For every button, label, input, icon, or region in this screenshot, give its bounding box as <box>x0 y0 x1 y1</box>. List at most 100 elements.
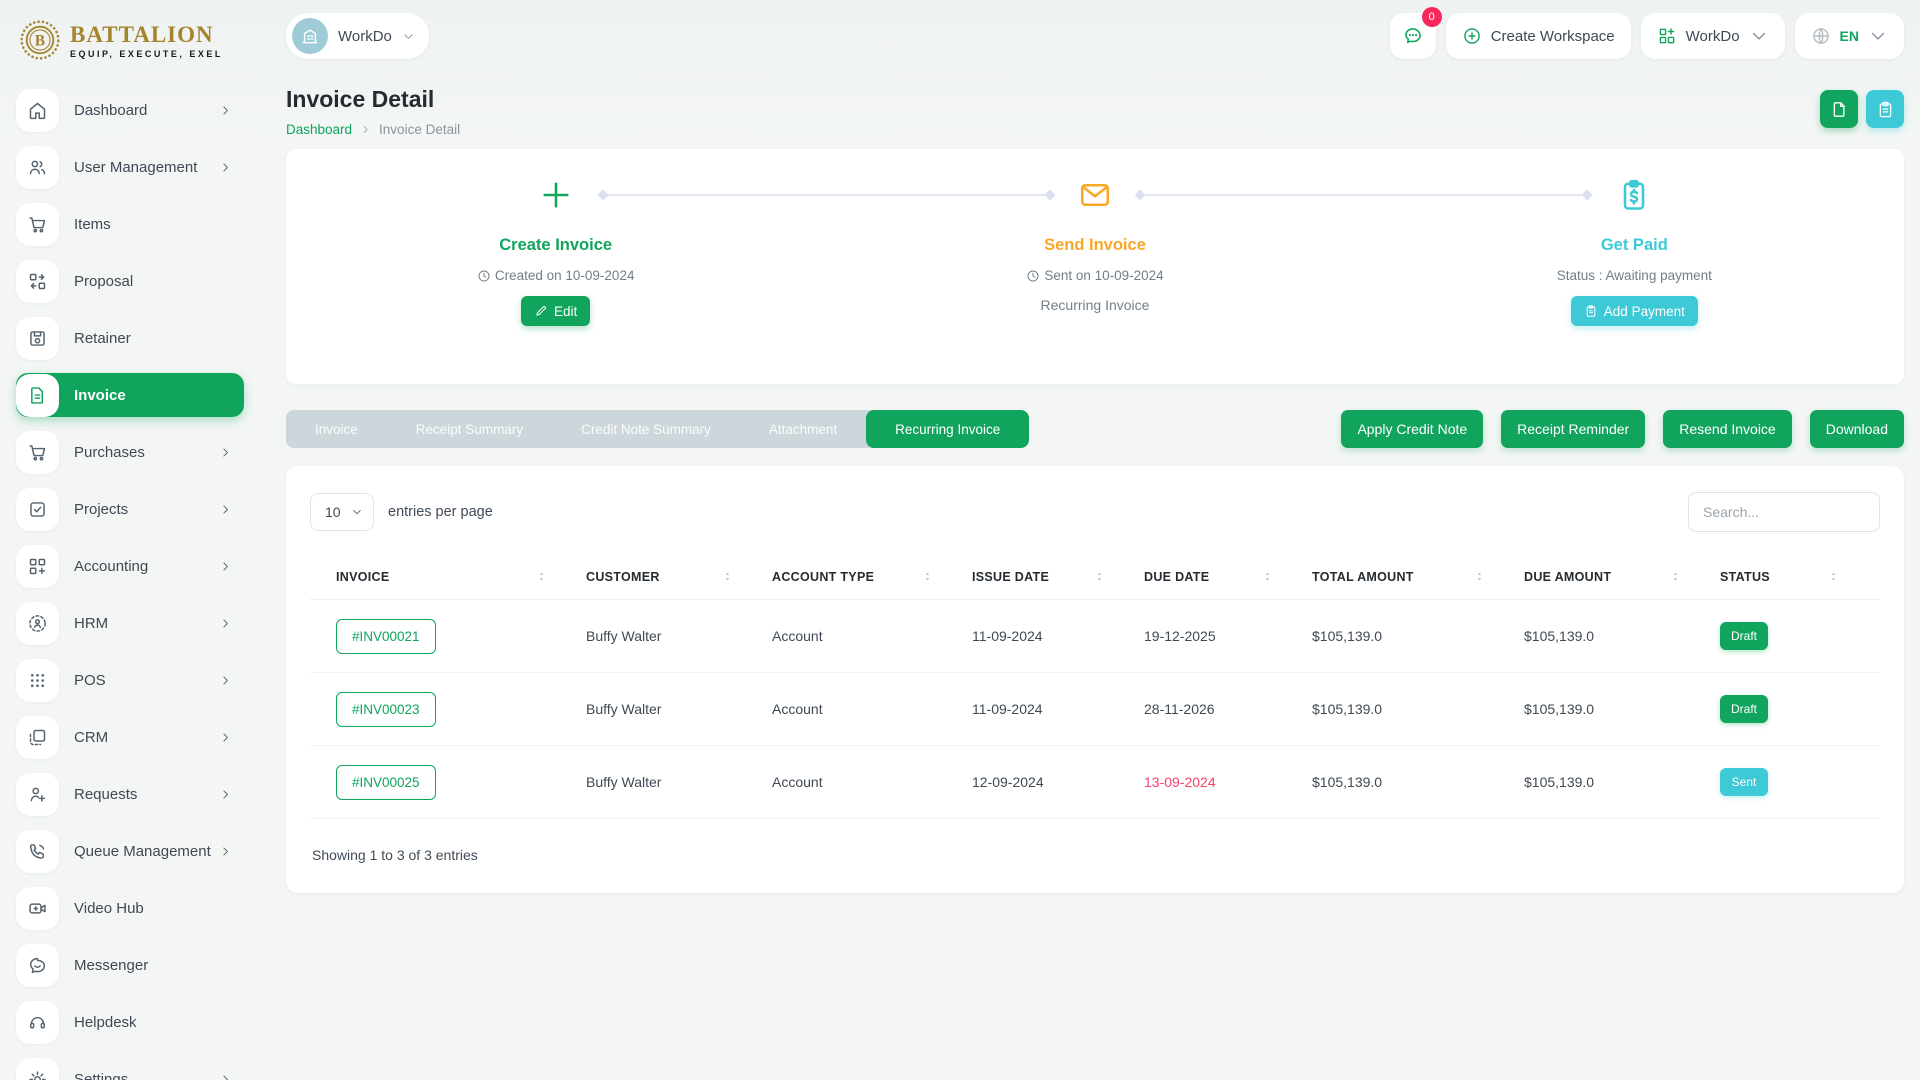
chevron-down-icon <box>402 30 415 43</box>
users-icon <box>16 146 59 189</box>
receipt-reminder-button[interactable]: Receipt Reminder <box>1501 410 1645 448</box>
step-connector <box>1140 194 1587 196</box>
apply-credit-note-button[interactable]: Apply Credit Note <box>1341 410 1483 448</box>
brand-name: BATTALION <box>70 22 223 48</box>
column-header-due-amount[interactable]: DUE AMOUNT <box>1524 570 1720 584</box>
plus-circle-icon <box>1462 26 1482 46</box>
clipboard-icon <box>1876 100 1895 119</box>
tab-recurring-invoice[interactable]: Recurring Invoice <box>866 410 1029 448</box>
workspace-name: WorkDo <box>338 28 392 45</box>
sidebar-item-items[interactable]: Items <box>16 202 244 246</box>
invoice-progress-card: Create Invoice Created on 10-09-2024 Edi… <box>286 149 1904 384</box>
messages-button[interactable]: 0 <box>1390 13 1436 59</box>
projects-icon <box>16 488 59 531</box>
chevron-right-icon <box>219 674 232 687</box>
entries-summary: Showing 1 to 3 of 3 entries <box>310 847 1880 863</box>
cell-due-date: 28-11-2026 <box>1144 701 1312 717</box>
sidebar-item-messenger[interactable]: Messenger <box>16 943 244 987</box>
step-get-paid: Get Paid Status : Awaiting payment Add P… <box>1365 175 1904 384</box>
invoice-link[interactable]: #INV00023 <box>336 692 436 727</box>
column-header-customer[interactable]: CUSTOMER <box>586 570 772 584</box>
duplicate-invoice-button[interactable] <box>1866 90 1904 128</box>
column-header-due-date[interactable]: DUE DATE <box>1144 570 1312 584</box>
column-header-total-amount[interactable]: TOTAL AMOUNT <box>1312 570 1524 584</box>
breadcrumb-current: Invoice Detail <box>379 122 460 137</box>
proposal-icon <box>16 260 59 303</box>
sidebar-item-user-management[interactable]: User Management <box>16 145 244 189</box>
tab-attachment[interactable]: Attachment <box>740 410 866 448</box>
language-selector[interactable]: EN <box>1795 13 1904 59</box>
globe-icon <box>1811 26 1831 46</box>
sidebar-item-dashboard[interactable]: Dashboard <box>16 88 244 132</box>
column-header-status[interactable]: STATUS <box>1720 570 1878 584</box>
grid-icon <box>1657 26 1677 46</box>
create-workspace-button[interactable]: Create Workspace <box>1446 13 1631 59</box>
sidebar-item-projects[interactable]: Projects <box>16 487 244 531</box>
app-menu-button[interactable]: WorkDo <box>1641 13 1785 59</box>
sidebar-item-purchases[interactable]: Purchases <box>16 430 244 474</box>
step-subtitle: Sent on 10-09-2024 <box>1044 268 1163 283</box>
sidebar-item-hrm[interactable]: HRM <box>16 601 244 645</box>
sidebar-item-retainer[interactable]: Retainer <box>16 316 244 360</box>
cell-due-amount: $105,139.0 <box>1524 774 1720 790</box>
step-title: Get Paid <box>1601 236 1668 255</box>
sidebar-nav: Dashboard User Management Items Proposal… <box>0 80 258 1080</box>
sidebar-item-proposal[interactable]: Proposal <box>16 259 244 303</box>
column-header-invoice[interactable]: INVOICE <box>336 570 586 584</box>
sidebar-item-pos[interactable]: POS <box>16 658 244 702</box>
step-send-invoice: Send Invoice Sent on 10-09-2024 Recurrin… <box>825 175 1364 384</box>
invoice-link[interactable]: #INV00025 <box>336 765 436 800</box>
sidebar: B BATTALION EQUIP, EXECUTE, EXEL Dashboa… <box>0 0 258 1080</box>
tab-invoice[interactable]: Invoice <box>286 410 387 448</box>
workspace-selector[interactable]: WorkDo <box>286 13 429 59</box>
status-badge[interactable]: Draft <box>1720 695 1768 723</box>
resend-invoice-button[interactable]: Resend Invoice <box>1663 410 1792 448</box>
table-row: #INV00021 Buffy Walter Account 11-09-202… <box>310 600 1880 673</box>
breadcrumb-dashboard-link[interactable]: Dashboard <box>286 122 352 137</box>
sidebar-item-requests[interactable]: Requests <box>16 772 244 816</box>
sidebar-item-settings[interactable]: Settings <box>16 1057 244 1080</box>
messenger-icon <box>16 944 59 987</box>
column-header-account-type[interactable]: ACCOUNT TYPE <box>772 570 972 584</box>
envelope-icon <box>1077 175 1113 215</box>
cell-customer: Buffy Walter <box>586 701 772 717</box>
pencil-icon <box>534 304 548 318</box>
requests-icon <box>16 773 59 816</box>
step-subtitle: Status : Awaiting payment <box>1557 268 1712 283</box>
cell-due-date: 13-09-2024 <box>1144 774 1312 790</box>
add-payment-button[interactable]: Add Payment <box>1571 296 1698 326</box>
svg-text:B: B <box>35 33 45 50</box>
cell-due-date: 19-12-2025 <box>1144 628 1312 644</box>
tab-receipt-summary[interactable]: Receipt Summary <box>387 410 552 448</box>
invoice-link[interactable]: #INV00021 <box>336 619 436 654</box>
download-button[interactable]: Download <box>1810 410 1904 448</box>
topbar: WorkDo 0 Create Workspace WorkDo <box>258 0 1920 72</box>
app-root: B BATTALION EQUIP, EXECUTE, EXEL Dashboa… <box>0 0 1920 1080</box>
search-input[interactable] <box>1688 492 1880 532</box>
table-header-row: INVOICE CUSTOMER ACCOUNT TYPE ISSUE DATE… <box>310 554 1880 600</box>
status-badge[interactable]: Sent <box>1720 768 1768 796</box>
cell-total-amount: $105,139.0 <box>1312 774 1524 790</box>
invoice-detail-tabs: InvoiceReceipt SummaryCredit Note Summar… <box>286 410 1029 448</box>
sort-icon <box>921 570 934 583</box>
plus-icon <box>538 175 574 215</box>
edit-invoice-button[interactable]: Edit <box>521 296 590 326</box>
status-badge[interactable]: Draft <box>1720 622 1768 650</box>
export-invoice-button[interactable] <box>1820 90 1858 128</box>
sidebar-item-helpdesk[interactable]: Helpdesk <box>16 1000 244 1044</box>
cell-issue-date: 12-09-2024 <box>972 774 1144 790</box>
cell-account-type: Account <box>772 628 972 644</box>
sidebar-item-crm[interactable]: CRM <box>16 715 244 759</box>
file-icon <box>1830 100 1849 119</box>
helpdesk-icon <box>16 1001 59 1044</box>
app-menu-label: WorkDo <box>1686 28 1740 45</box>
retainer-icon <box>16 317 59 360</box>
entries-per-page-select[interactable]: 10 <box>310 493 374 531</box>
cell-total-amount: $105,139.0 <box>1312 628 1524 644</box>
sidebar-item-video-hub[interactable]: Video Hub <box>16 886 244 930</box>
sidebar-item-invoice[interactable]: Invoice <box>16 373 244 417</box>
sidebar-item-queue-management[interactable]: Queue Management <box>16 829 244 873</box>
tab-credit-note-summary[interactable]: Credit Note Summary <box>552 410 740 448</box>
sidebar-item-accounting[interactable]: Accounting <box>16 544 244 588</box>
column-header-issue-date[interactable]: ISSUE DATE <box>972 570 1144 584</box>
